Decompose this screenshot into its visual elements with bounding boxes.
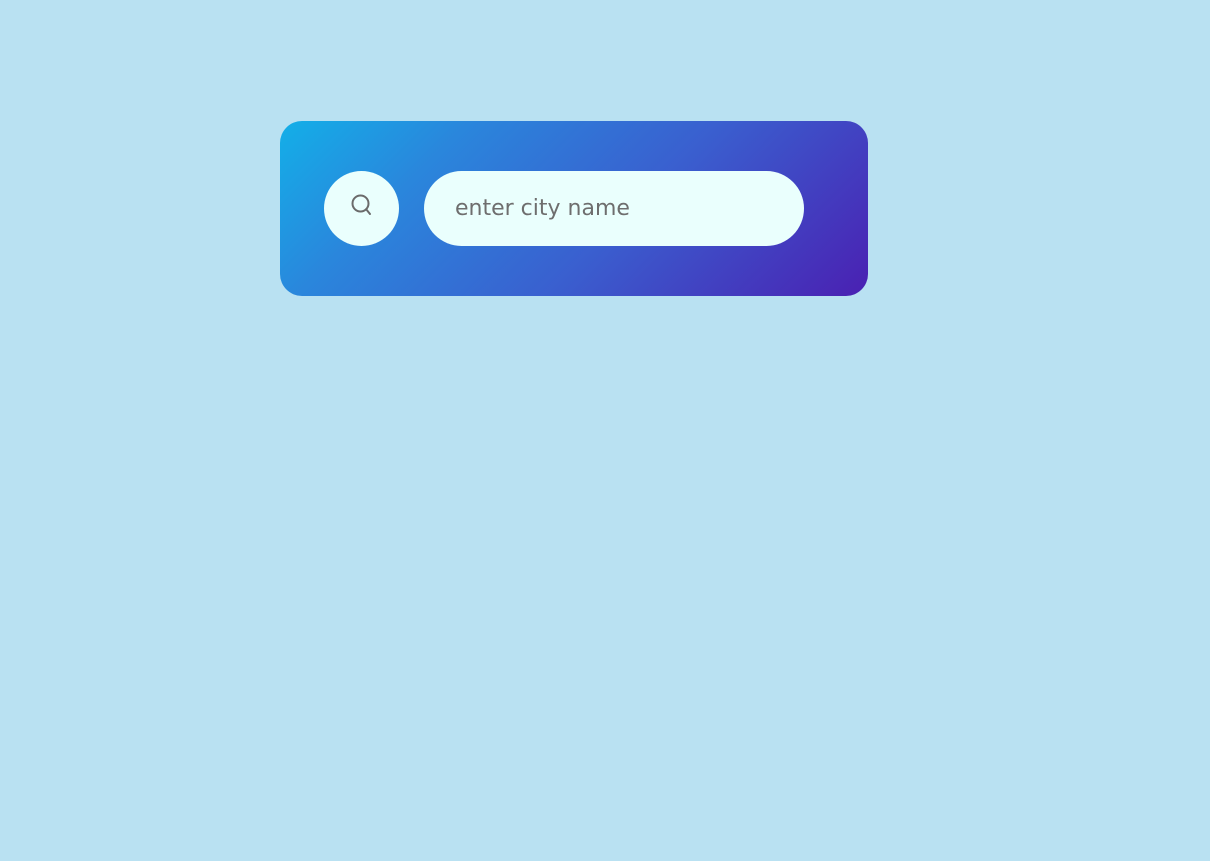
search-card (280, 121, 868, 296)
search-icon (351, 194, 371, 215)
search-button[interactable] (324, 171, 399, 246)
city-search-input[interactable] (424, 171, 804, 246)
